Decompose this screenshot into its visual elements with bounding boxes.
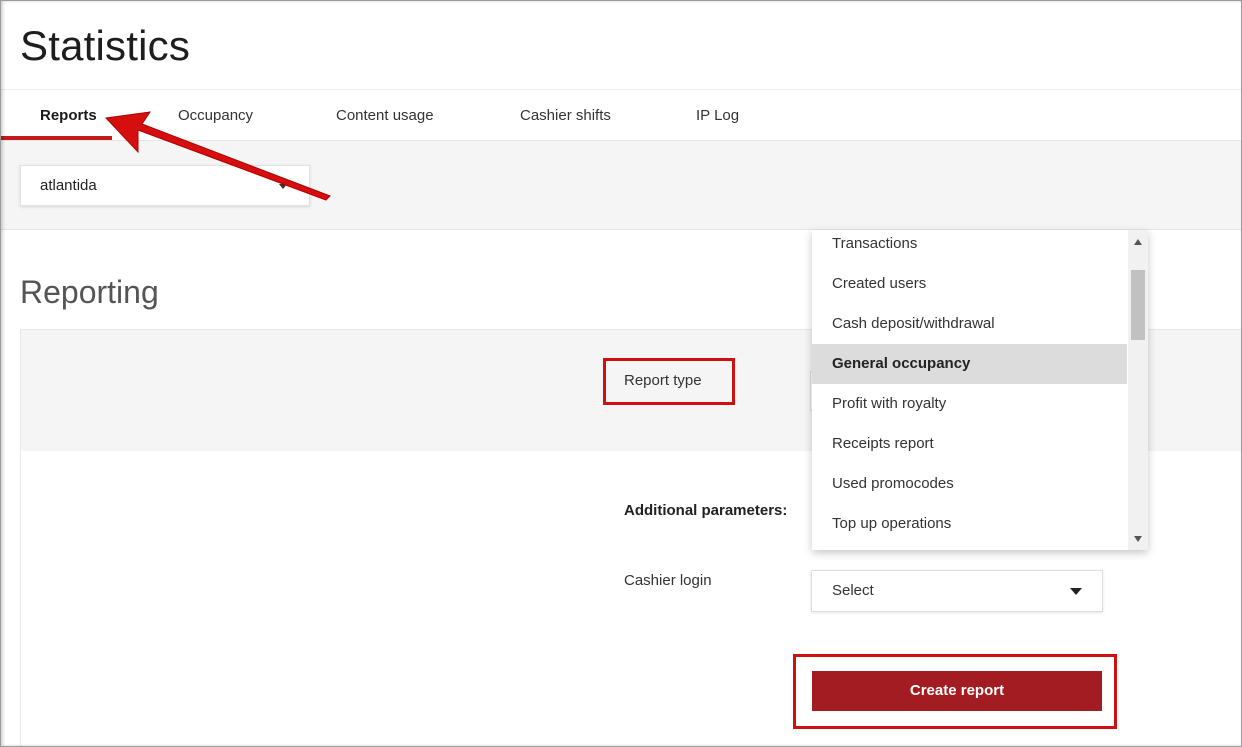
report-type-label: Report type <box>624 372 702 389</box>
create-report-button[interactable]: Create report <box>812 671 1102 711</box>
club-select-value: atlantida <box>40 177 97 194</box>
dropdown-option[interactable]: Cash deposit/withdrawal <box>812 304 1127 344</box>
tab-occupancy[interactable]: Occupancy <box>178 90 253 141</box>
dropdown-option[interactable]: Created users <box>812 264 1127 304</box>
tabs-bar: Reports Occupancy Content usage Cashier … <box>0 89 1242 141</box>
scrollbar-thumb[interactable] <box>1131 270 1145 340</box>
reporting-title: Reporting <box>20 274 159 310</box>
tab-cashier-shifts[interactable]: Cashier shifts <box>520 90 611 141</box>
dropdown-option[interactable]: Profit with royalty <box>812 384 1127 424</box>
page-title: Statistics <box>20 22 191 69</box>
dropdown-option[interactable]: Receipts report <box>812 424 1127 464</box>
active-tab-underline <box>0 138 112 140</box>
tab-content-usage[interactable]: Content usage <box>336 90 434 141</box>
club-select[interactable]: atlantida <box>20 165 310 206</box>
cashier-login-select[interactable]: Select <box>811 570 1103 612</box>
dropdown-scrollbar[interactable] <box>1128 230 1148 550</box>
scroll-up-arrow-icon[interactable] <box>1134 239 1142 245</box>
additional-parameters-label: Additional parameters: <box>624 502 788 519</box>
scroll-down-arrow-icon[interactable] <box>1134 536 1142 542</box>
club-filter-band: atlantida <box>0 141 1242 230</box>
cashier-login-label: Cashier login <box>624 572 712 589</box>
dropdown-option[interactable]: Top up operations <box>812 504 1127 544</box>
panel-left-border <box>20 451 21 747</box>
cashier-select-value: Select <box>832 582 874 599</box>
dropdown-option-selected[interactable]: General occupancy <box>812 344 1127 384</box>
report-type-dropdown[interactable]: Transactions Created users Cash deposit/… <box>812 230 1148 550</box>
tab-reports[interactable]: Reports <box>40 90 97 141</box>
chevron-down-icon <box>279 184 287 189</box>
caret-down-icon <box>1070 588 1082 595</box>
tab-ip-log[interactable]: IP Log <box>696 90 739 141</box>
dropdown-option[interactable]: Used promocodes <box>812 464 1127 504</box>
dropdown-option[interactable]: Transactions <box>812 230 1127 264</box>
